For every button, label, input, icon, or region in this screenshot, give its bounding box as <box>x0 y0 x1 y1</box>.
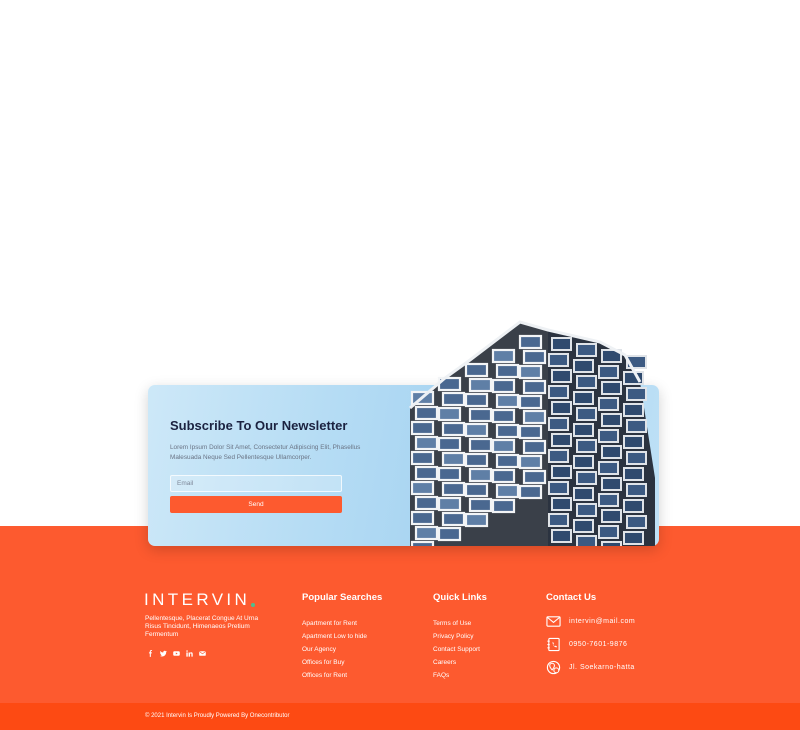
footer-link-faqs[interactable]: FAQs <box>433 672 449 679</box>
intervin-logo[interactable]: INTERVIN <box>144 590 250 610</box>
brand-tagline: Pellentesque, Placerat Congue At Urna Ri… <box>145 615 259 638</box>
twitter-icon[interactable] <box>159 649 168 658</box>
footer-link-offices-for-rent[interactable]: Offices for Rent <box>302 672 347 679</box>
facebook-icon[interactable] <box>146 649 155 658</box>
contact-email-text: intervin@mail.com <box>569 618 636 625</box>
quick-links-list: Terms of Use Privacy Policy Contact Supp… <box>433 612 480 679</box>
mail-icon[interactable] <box>198 649 207 658</box>
quick-links-title: Quick Links <box>433 592 487 603</box>
email-input[interactable] <box>170 475 342 492</box>
phone-book-icon <box>547 637 560 652</box>
contact-address-text: Jl. Soekarno-hatta <box>569 664 635 671</box>
popular-searches-title: Popular Searches <box>302 592 383 603</box>
send-button[interactable]: Send <box>170 496 342 513</box>
contact-phone[interactable]: 0950-7601-9876 <box>546 637 627 652</box>
social-links <box>146 649 207 658</box>
location-pin-icon <box>546 660 561 675</box>
contact-title: Contact Us <box>546 592 597 603</box>
footer <box>0 526 800 703</box>
envelope-icon <box>546 616 561 627</box>
contact-email[interactable]: intervin@mail.com <box>546 614 635 629</box>
popular-searches-list: Apartment for Rent Apartment Low to hide… <box>302 612 367 679</box>
copyright-text: © 2021 Intervin Is Proudly Powered By On… <box>145 713 290 719</box>
linkedin-icon[interactable] <box>185 649 194 658</box>
contact-phone-text: 0950-7601-9876 <box>569 641 628 648</box>
youtube-icon[interactable] <box>172 649 181 658</box>
contact-address[interactable]: Jl. Soekarno-hatta <box>546 660 635 675</box>
logo-dot <box>251 603 255 607</box>
newsletter-card <box>148 385 659 546</box>
copyright-bar: © 2021 Intervin Is Proudly Powered By On… <box>0 703 800 730</box>
newsletter-description: Lorem Ipsum Dolor Sit Amet, Consectetur … <box>170 444 361 461</box>
newsletter-title: Subscribe To Our Newsletter <box>170 418 348 433</box>
